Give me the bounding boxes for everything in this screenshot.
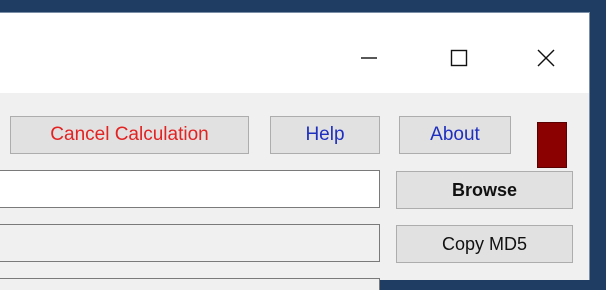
cancel-calculation-button[interactable]: Cancel Calculation (10, 116, 249, 154)
file-path-input[interactable] (0, 170, 380, 208)
copy-md5-button[interactable]: Copy MD5 (396, 225, 573, 263)
browse-button[interactable]: Browse (396, 171, 573, 209)
status-indicator (537, 122, 567, 168)
close-button[interactable] (523, 41, 569, 75)
maximize-icon (450, 49, 468, 67)
title-bar (0, 13, 589, 93)
md5-output-field[interactable] (0, 224, 380, 262)
about-label: About (430, 124, 480, 145)
cancel-calculation-label: Cancel Calculation (50, 124, 209, 145)
copy-md5-label: Copy MD5 (441, 233, 528, 254)
browse-label: Browse (451, 179, 518, 200)
help-button[interactable]: Help (270, 116, 380, 154)
app-window: Cancel Calculation Help About Browse Cop… (0, 12, 590, 290)
help-label: Help (305, 124, 345, 145)
maximize-button[interactable] (436, 41, 482, 75)
minimize-icon (360, 49, 378, 67)
close-icon (536, 48, 556, 68)
about-button[interactable]: About (399, 116, 511, 154)
minimize-button[interactable] (346, 41, 392, 75)
